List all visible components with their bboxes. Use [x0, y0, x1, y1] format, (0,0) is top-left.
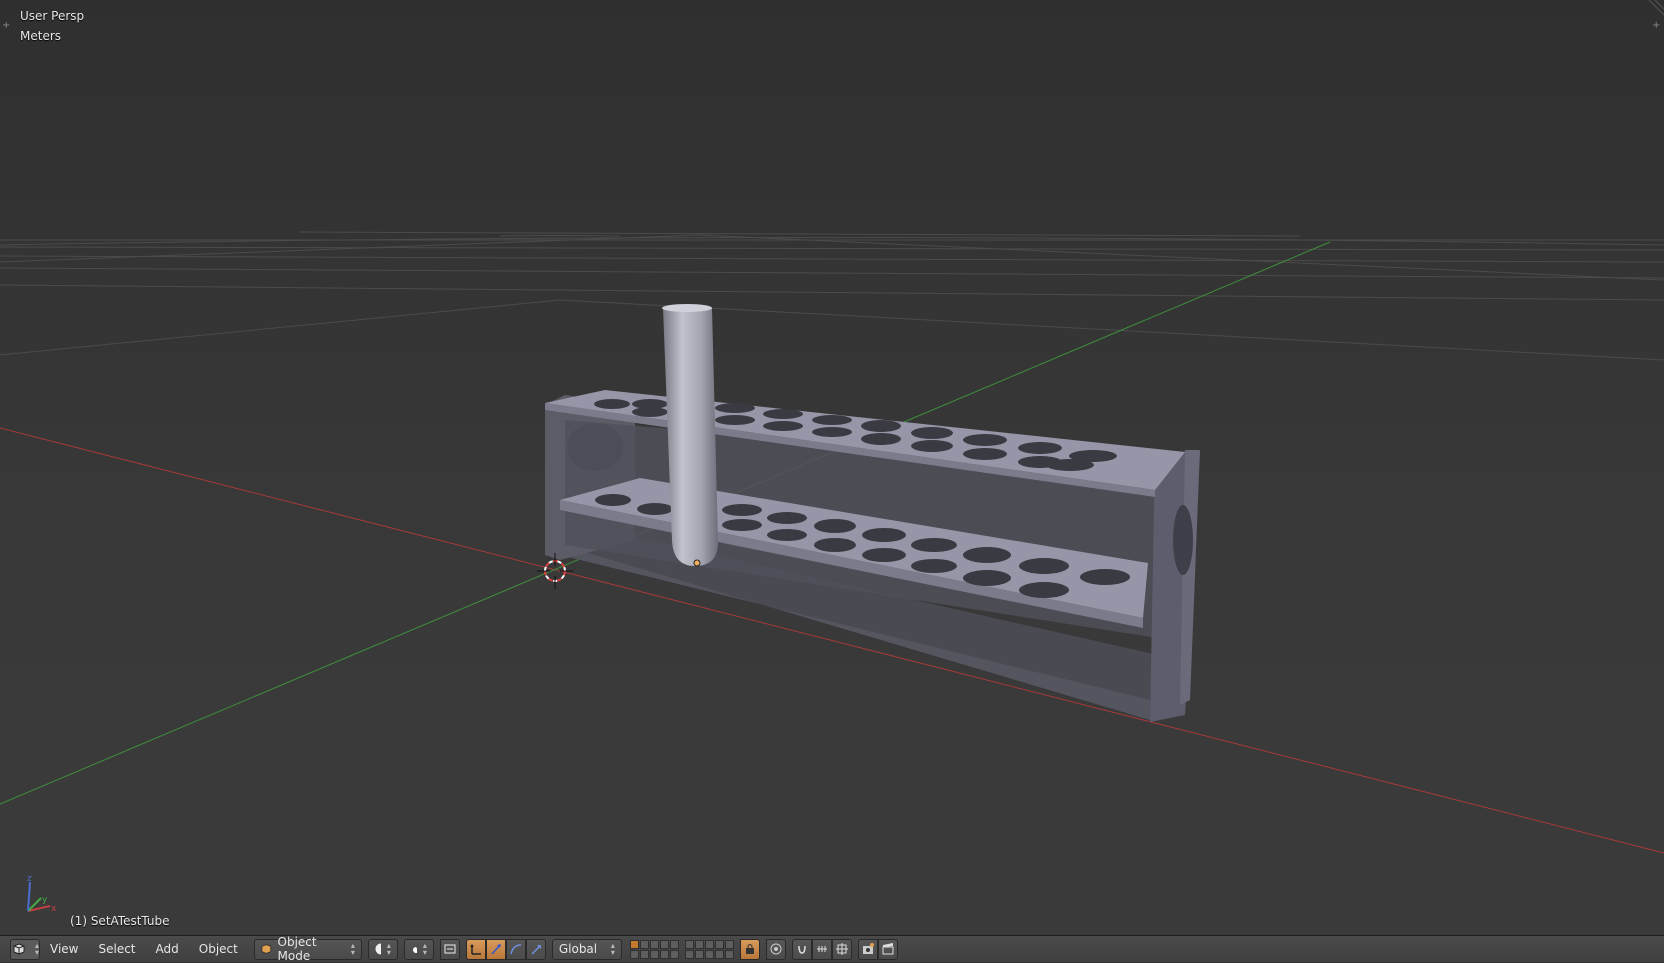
layer-buttons-2[interactable]	[684, 939, 734, 959]
mode-label: Object Mode	[277, 935, 317, 963]
area-corner-widget[interactable]	[1645, 0, 1664, 19]
snap-toggle-icon	[798, 945, 806, 954]
layer-17[interactable]	[694, 949, 704, 959]
lock-icon	[745, 944, 754, 954]
rotate-icon	[491, 944, 501, 955]
editor-type-button[interactable]: ▴ ▾	[10, 938, 40, 960]
units-label: Meters	[20, 29, 62, 43]
layer-1[interactable]	[629, 939, 639, 949]
layer-buttons[interactable]	[629, 939, 679, 959]
layer-12[interactable]	[639, 949, 649, 959]
3d-view-icon	[13, 943, 25, 955]
chevron-updown-icon: ▴ ▾	[34, 941, 39, 957]
arrow-diagonal-icon	[531, 945, 541, 955]
snap-target-button[interactable]	[831, 938, 852, 960]
layer-14[interactable]	[659, 949, 669, 959]
render-animation-icon	[882, 943, 894, 955]
layer-13[interactable]	[649, 949, 659, 959]
chevron-updown-icon: ▴ ▾	[386, 941, 391, 957]
object-origin-dot	[693, 559, 701, 567]
layer-6[interactable]	[684, 939, 694, 949]
translate-icon	[469, 944, 481, 955]
3d-scene[interactable]: x y z	[0, 0, 1664, 935]
layer-7[interactable]	[694, 939, 704, 949]
snap-element-button[interactable]	[811, 938, 832, 960]
menu-object[interactable]: Object	[189, 939, 248, 960]
layer-8[interactable]	[704, 939, 714, 949]
viewport-shading-dropdown[interactable]: ▴ ▾	[367, 938, 398, 960]
manipulator-toggle-button[interactable]	[439, 938, 460, 960]
view-name-label: User Persp	[20, 9, 85, 23]
area-split-corner-left[interactable]: +	[2, 20, 10, 31]
layer-16[interactable]	[684, 949, 694, 959]
layer-18[interactable]	[704, 949, 714, 959]
pivot-point-icon	[412, 945, 417, 953]
3d-viewport[interactable]: x y z User Persp Meters (1) SetATestTube…	[0, 0, 1664, 935]
layer-10[interactable]	[724, 939, 734, 949]
scale-icon	[510, 944, 521, 955]
rotate-manipulator-button[interactable]	[485, 938, 506, 960]
layer-11[interactable]	[629, 949, 639, 959]
menu-select[interactable]: Select	[88, 939, 145, 960]
layer-2[interactable]	[639, 939, 649, 949]
render-still-icon	[862, 943, 874, 954]
translate-manipulator-button[interactable]	[465, 938, 486, 960]
layer-4[interactable]	[659, 939, 669, 949]
layer-3[interactable]	[649, 939, 659, 949]
render-still-button[interactable]	[857, 938, 878, 960]
transform-orientation-label: Global	[558, 942, 598, 956]
3d-cursor[interactable]	[537, 553, 573, 589]
lock-camera-button[interactable]	[739, 938, 760, 960]
layer-20[interactable]	[724, 949, 734, 959]
object-mode-icon	[261, 944, 272, 954]
axis-orientation-widget: x y z	[27, 874, 57, 914]
layer-5[interactable]	[669, 939, 679, 949]
snap-toggle-button[interactable]	[791, 938, 812, 960]
chevron-updown-icon: ▴ ▾	[350, 941, 355, 957]
pivot-point-dropdown[interactable]: ▴ ▾	[403, 938, 434, 960]
viewport-header: ▴ ▾ View Select Add Object Object Mode ▴ ▾…	[0, 935, 1664, 963]
render-animation-button[interactable]	[877, 938, 898, 960]
menu-add[interactable]: Add	[146, 939, 189, 960]
mode-dropdown[interactable]: Object Mode ▴ ▾	[253, 935, 362, 963]
proportional-edit-button[interactable]	[765, 938, 786, 960]
snap-target-icon	[835, 943, 848, 955]
floor-grid	[0, 231, 1664, 361]
proportional-edit-icon	[770, 943, 782, 955]
axis-z-label: z	[27, 874, 32, 884]
layer-9[interactable]	[714, 939, 724, 949]
chevron-updown-icon: ▴ ▾	[610, 941, 615, 957]
layer-15[interactable]	[669, 949, 679, 959]
layer-19[interactable]	[714, 949, 724, 959]
active-object-label: (1) SetATestTube	[70, 914, 170, 928]
transform-orientation-dropdown[interactable]: Global ▴ ▾	[551, 938, 622, 960]
manipulator-toggle-icon	[444, 944, 456, 954]
area-split-corner-right[interactable]: +	[1652, 20, 1660, 31]
snap-element-icon	[816, 946, 827, 952]
solid-sphere-icon	[375, 943, 381, 955]
chevron-updown-icon: ▴ ▾	[422, 941, 427, 957]
menu-view[interactable]: View	[40, 939, 88, 960]
test-tube-rack[interactable]	[545, 390, 1200, 722]
scale-manipulator-button[interactable]	[525, 938, 546, 960]
axis-x-label: x	[51, 904, 57, 914]
axis-y-label: y	[42, 895, 48, 905]
curve-manipulator-button[interactable]	[505, 938, 526, 960]
